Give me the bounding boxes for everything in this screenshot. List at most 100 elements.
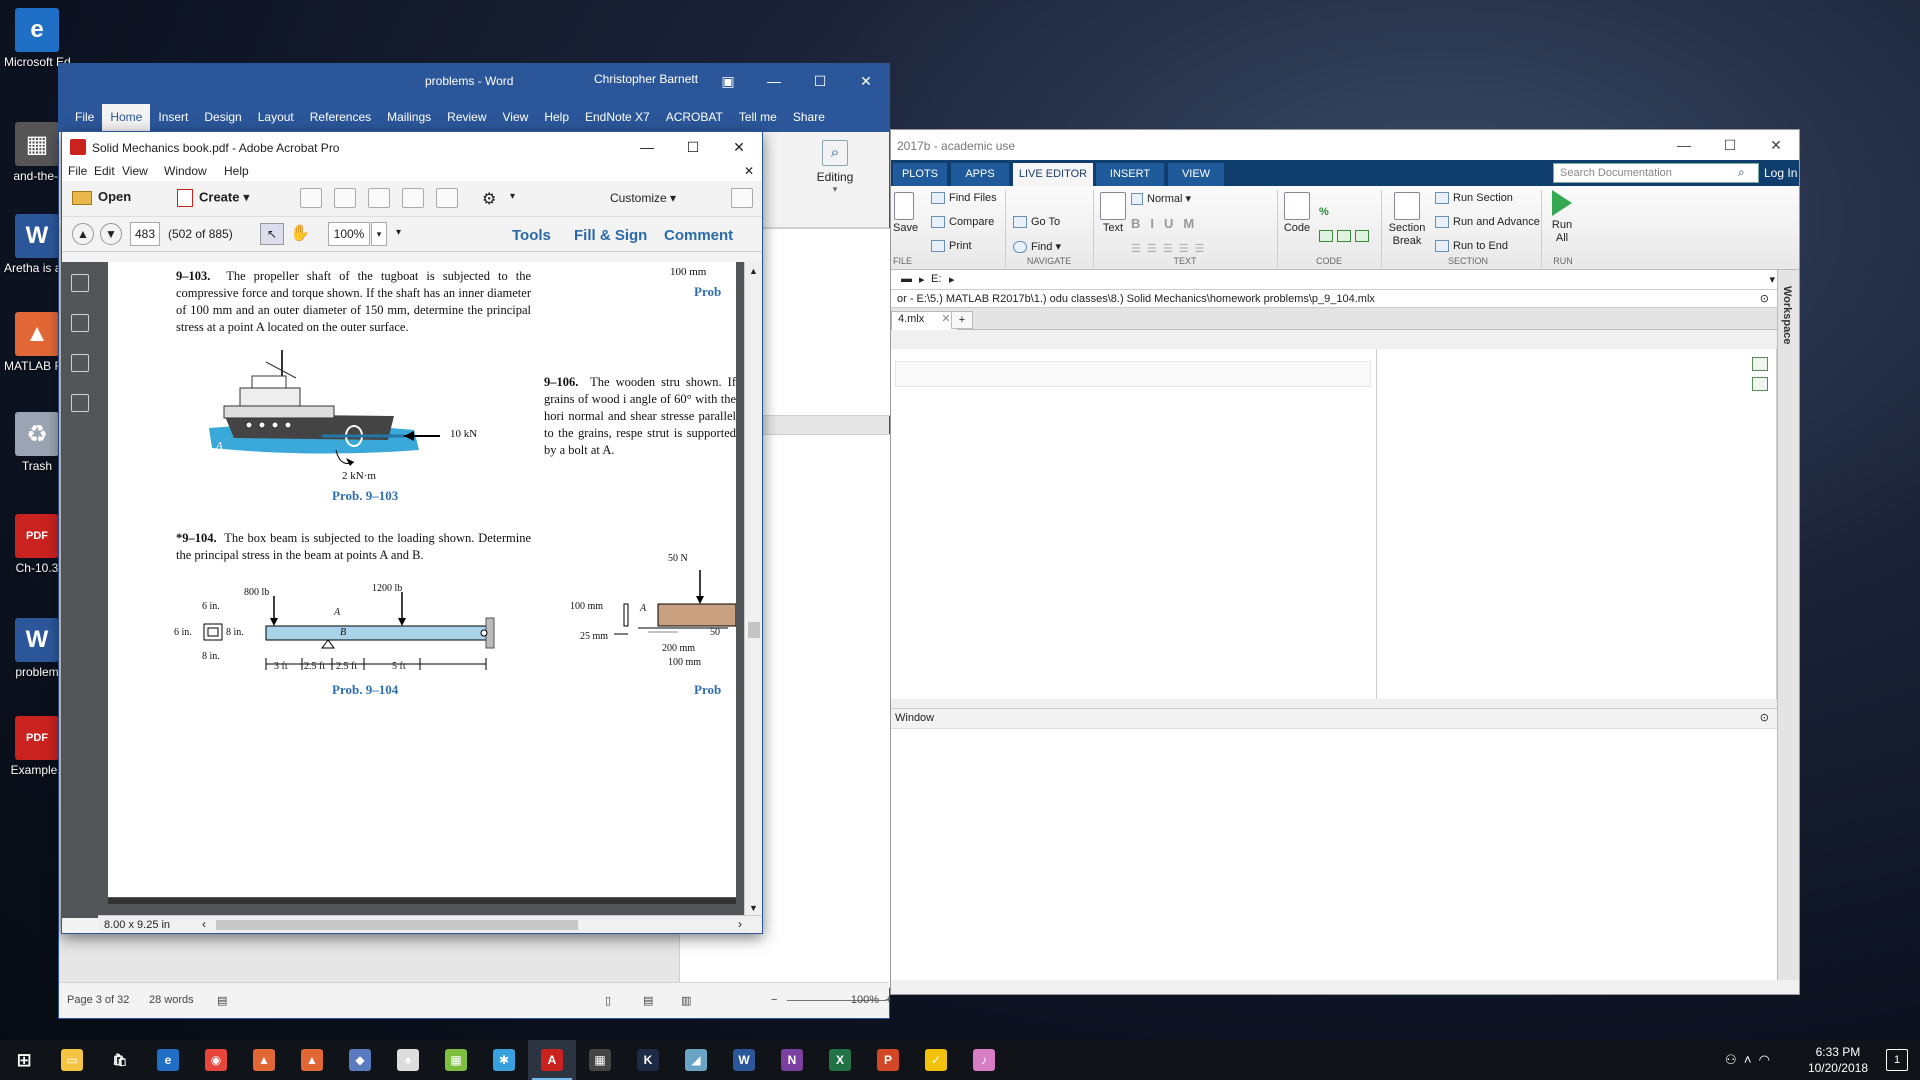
text-style-dropdown[interactable]: Normal ▾ (1131, 192, 1191, 206)
web-layout-icon[interactable]: ▥ (681, 994, 691, 1007)
output-inline-icon[interactable] (1752, 357, 1768, 371)
word-titlebar[interactable]: problems - Word Christopher Barnett ▣ — … (59, 64, 889, 98)
output-right-icon[interactable] (1752, 377, 1768, 391)
percent-icon[interactable]: % (1319, 206, 1329, 218)
chevron-right-icon[interactable]: › (738, 917, 742, 931)
command-window[interactable]: Window ⊙ (891, 708, 1777, 980)
menu-edit[interactable]: Edit (94, 164, 115, 178)
address-path[interactable]: E: (931, 273, 941, 285)
tab-references[interactable]: References (302, 104, 379, 132)
tab-plots[interactable]: PLOTS (893, 163, 947, 186)
chevron-down-icon[interactable]: ▾ (510, 191, 515, 202)
compare-button[interactable]: Compare (931, 216, 994, 229)
tab-acrobat[interactable]: ACROBAT (658, 104, 731, 132)
options-icon[interactable]: ⊙ (1760, 292, 1769, 305)
taskbar-edge[interactable]: e (144, 1040, 192, 1080)
live-editor-output[interactable] (1377, 349, 1777, 699)
prev-page-icon[interactable]: ▲ (72, 223, 94, 245)
taskbar-calculator[interactable]: ▦ (576, 1040, 624, 1080)
zoom-level[interactable]: 100% (851, 994, 879, 1006)
tab-view[interactable]: View (495, 104, 537, 132)
tab-help[interactable]: Help (536, 104, 577, 132)
go-to-button[interactable]: Go To (1013, 216, 1060, 229)
chevron-down-icon[interactable]: ▾ (396, 227, 401, 238)
taskbar-app3[interactable]: ✱ (480, 1040, 528, 1080)
cloud-upload-icon[interactable] (334, 188, 356, 208)
ribbon-display-icon[interactable]: ▣ (705, 64, 751, 98)
word-count[interactable]: 28 words (149, 994, 194, 1006)
page-number-input[interactable]: 483 (130, 222, 160, 246)
close-icon[interactable]: ✕ (843, 64, 889, 98)
taskbar-app[interactable]: ◆ (336, 1040, 384, 1080)
fill-sign-panel-link[interactable]: Fill & Sign (574, 227, 647, 244)
tab-apps[interactable]: APPS (951, 163, 1009, 186)
tab-tell-me[interactable]: Tell me (731, 104, 785, 132)
live-editor-input[interactable] (891, 349, 1377, 699)
code-tools-icons[interactable] (1319, 230, 1373, 243)
pdf-vertical-scrollbar[interactable]: ▲ ▼ (744, 262, 762, 917)
tab-mailings[interactable]: Mailings (379, 104, 439, 132)
close-icon[interactable]: ✕ (716, 132, 762, 162)
horizontal-scrollbar[interactable] (216, 920, 578, 930)
taskbar-norton[interactable]: ✓ (912, 1040, 960, 1080)
menu-window[interactable]: Window (164, 164, 207, 178)
tab-view[interactable]: VIEW (1168, 163, 1224, 186)
tab-share[interactable]: Share (785, 104, 833, 132)
print-button[interactable]: Print (931, 240, 972, 253)
customize-button[interactable]: Customize ▾ (610, 191, 676, 205)
text-button[interactable]: Text (1099, 192, 1127, 234)
zoom-dropdown-icon[interactable]: ▾ (371, 222, 387, 246)
menu-view[interactable]: View (122, 164, 148, 178)
print-layout-icon[interactable]: ▤ (643, 994, 653, 1007)
save-icon[interactable] (300, 188, 322, 208)
workspace-label[interactable]: Workspace (1781, 286, 1793, 345)
gear-icon[interactable]: ⚙ (482, 189, 496, 209)
file-tab[interactable]: 4.mlx ✕ (891, 311, 958, 330)
clock[interactable]: 6:33 PM 10/20/2018 (1808, 1044, 1868, 1076)
login-link[interactable]: Log In (1764, 166, 1797, 180)
taskbar-acrobat[interactable]: A (528, 1040, 576, 1080)
pdf-page[interactable]: 9–103. The propeller shaft of the tugboa… (108, 262, 736, 897)
system-tray[interactable]: ⚇ ˄ ◠ (1725, 1052, 1770, 1068)
minimize-icon[interactable]: — (624, 132, 670, 162)
search-documentation-input[interactable]: Search Documentation (1553, 163, 1759, 183)
zoom-out-icon[interactable]: − (771, 994, 777, 1006)
acrobat-titlebar[interactable]: Solid Mechanics book.pdf - Adobe Acrobat… (62, 132, 762, 162)
close-document-icon[interactable]: ✕ (744, 164, 754, 178)
new-tab-button[interactable]: + (951, 311, 973, 329)
tab-file[interactable]: File (67, 104, 102, 132)
tab-insert[interactable]: Insert (150, 104, 196, 132)
taskbar-chrome[interactable]: ◉ (192, 1040, 240, 1080)
taskbar-word[interactable]: W (720, 1040, 768, 1080)
maximize-icon[interactable]: ☐ (1707, 130, 1753, 160)
run-section-button[interactable]: Run Section (1435, 192, 1513, 205)
run-all-button[interactable]: Run All (1547, 190, 1577, 245)
section-break-button[interactable]: Section Break (1385, 192, 1429, 248)
tools-panel-link[interactable]: Tools (512, 227, 551, 244)
taskbar-start[interactable]: ⊞ (0, 1040, 48, 1080)
chevron-down-icon[interactable]: ▼ (749, 903, 758, 913)
chevron-down-icon[interactable]: ▾ (1769, 273, 1775, 286)
acrobat-window[interactable]: Solid Mechanics book.pdf - Adobe Acrobat… (61, 131, 763, 934)
signature-icon[interactable] (71, 394, 89, 412)
taskbar-matlab2[interactable]: ▲ (288, 1040, 336, 1080)
scroll-thumb[interactable] (748, 622, 760, 638)
close-icon[interactable]: ✕ (941, 313, 950, 325)
word-user[interactable]: Christopher Barnett (594, 72, 698, 86)
taskbar-kindle[interactable]: K (624, 1040, 672, 1080)
editor-line[interactable] (895, 361, 1371, 387)
create-button[interactable]: Create ▾ (177, 189, 250, 207)
chevron-left-icon[interactable]: ‹ (202, 917, 206, 931)
taskbar-app2[interactable]: ▦ (432, 1040, 480, 1080)
select-tool-icon[interactable]: ↖ (260, 223, 284, 245)
open-button[interactable]: Open (72, 189, 131, 205)
options-icon[interactable]: ⊙ (1760, 711, 1769, 724)
tab-design[interactable]: Design (196, 104, 249, 132)
taskbar-itunes[interactable]: ♪ (960, 1040, 1008, 1080)
pdf-page-area[interactable]: 9–103. The propeller shaft of the tugboa… (98, 262, 746, 917)
taskbar-store[interactable]: 🛍 (96, 1040, 144, 1080)
workspace-panel[interactable]: Workspace (1777, 270, 1799, 980)
list-align-icons[interactable]: ☰☰☰☰☰ (1131, 242, 1210, 255)
close-icon[interactable]: ✕ (1753, 130, 1799, 160)
find-files-button[interactable]: Find Files (931, 192, 997, 205)
